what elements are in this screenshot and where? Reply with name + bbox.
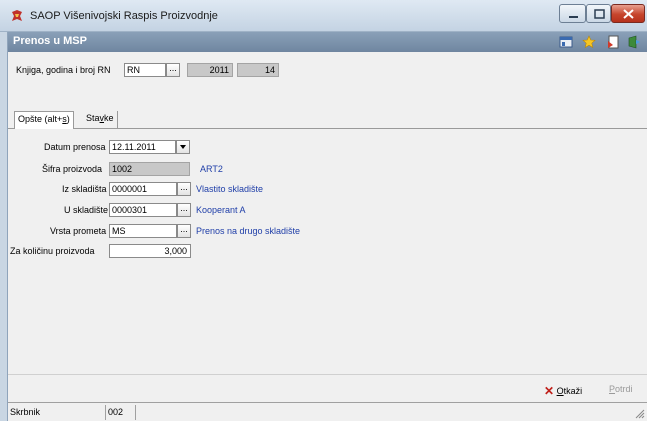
action-bar: ✕ Otkaži Potrdi (8, 374, 647, 402)
from-warehouse-lookup-button[interactable]: ... (177, 182, 191, 196)
product-code-description: ART2 (200, 164, 223, 174)
transaction-type-description: Prenos na drugo skladište (196, 226, 301, 236)
from-warehouse-description: Vlastito skladište (196, 184, 264, 194)
layout-icon[interactable] (559, 35, 573, 49)
transfer-date-field[interactable]: 12.11.2011 (109, 140, 176, 154)
confirm-label: otrdi (615, 384, 633, 394)
number-field: 14 (237, 63, 279, 77)
cancel-label: tkaži (563, 386, 583, 396)
resize-grip-icon[interactable] (635, 409, 645, 419)
year-field: 2011 (187, 63, 233, 77)
minimize-icon (569, 16, 578, 18)
minimize-button[interactable] (559, 4, 586, 23)
window-title: SAOP Višenivojski Raspis Proizvodnje (30, 10, 218, 22)
date-dropdown-button[interactable] (176, 140, 190, 154)
to-warehouse-description: Kooperant A (196, 205, 246, 215)
status-owner-label: Skrbnik (8, 405, 106, 420)
confirm-button[interactable]: Potrdi (609, 384, 633, 394)
maximize-icon (594, 9, 605, 19)
cancel-button[interactable]: ✕ Otkaži (544, 384, 582, 398)
tab-general-label-end: ) (66, 114, 70, 124)
chevron-down-icon (180, 145, 186, 149)
exit-icon[interactable] (627, 35, 641, 49)
tab-items-label: Sta (86, 113, 100, 123)
transaction-type-lookup-button[interactable]: ... (177, 224, 191, 238)
form-title: Prenos u MSP (13, 35, 87, 47)
book-lookup-button[interactable]: ... (166, 63, 180, 77)
star-icon[interactable] (582, 35, 596, 49)
tab-items-label-end: ke (104, 113, 114, 123)
date-label: Datum prenosa (44, 142, 106, 152)
from-warehouse-label: Iz skladišta (62, 184, 107, 194)
quantity-field[interactable]: 3,000 (109, 244, 191, 258)
window-frame (0, 32, 8, 421)
form-header: Prenos u MSP (8, 32, 647, 52)
book-field[interactable]: RN (124, 63, 166, 77)
product-code-label: Šifra proizvoda (42, 164, 103, 174)
cancel-icon: ✕ (544, 384, 555, 398)
tab-items[interactable]: Stavke (83, 111, 118, 128)
document-icon[interactable] (606, 35, 620, 49)
transaction-type-label: Vrsta prometa (50, 226, 107, 236)
to-warehouse-label: U skladište (64, 205, 109, 215)
status-owner-value: 002 (106, 405, 136, 420)
to-warehouse-field[interactable]: 0000301 (109, 203, 177, 217)
transaction-type-field[interactable]: MS (109, 224, 177, 238)
header-fields-label: Knjiga, godina i broj RN (16, 65, 111, 75)
product-code-field: 1002 (109, 162, 190, 176)
app-logo-icon (12, 10, 22, 21)
form-content: Knjiga, godina i broj RN RN ... 2011 14 … (8, 52, 647, 402)
to-warehouse-lookup-button[interactable]: ... (177, 203, 191, 217)
maximize-button[interactable] (586, 4, 611, 23)
quantity-label: Za količinu proizvoda (10, 246, 95, 256)
tab-general[interactable]: Opšte (alt+s) (14, 111, 74, 129)
close-button[interactable] (611, 4, 645, 23)
from-warehouse-field[interactable]: 0000001 (109, 182, 177, 196)
status-bar: Skrbnik 002 (8, 402, 647, 421)
close-icon (623, 9, 634, 19)
cancel-hotkey: O (556, 386, 564, 396)
tab-general-label: Opšte (alt+ (18, 114, 63, 124)
window-titlebar[interactable]: SAOP Višenivojski Raspis Proizvodnje (0, 0, 647, 32)
tab-panel-general: Datum prenosa 12.11.2011 Šifra proizvoda… (8, 128, 647, 402)
